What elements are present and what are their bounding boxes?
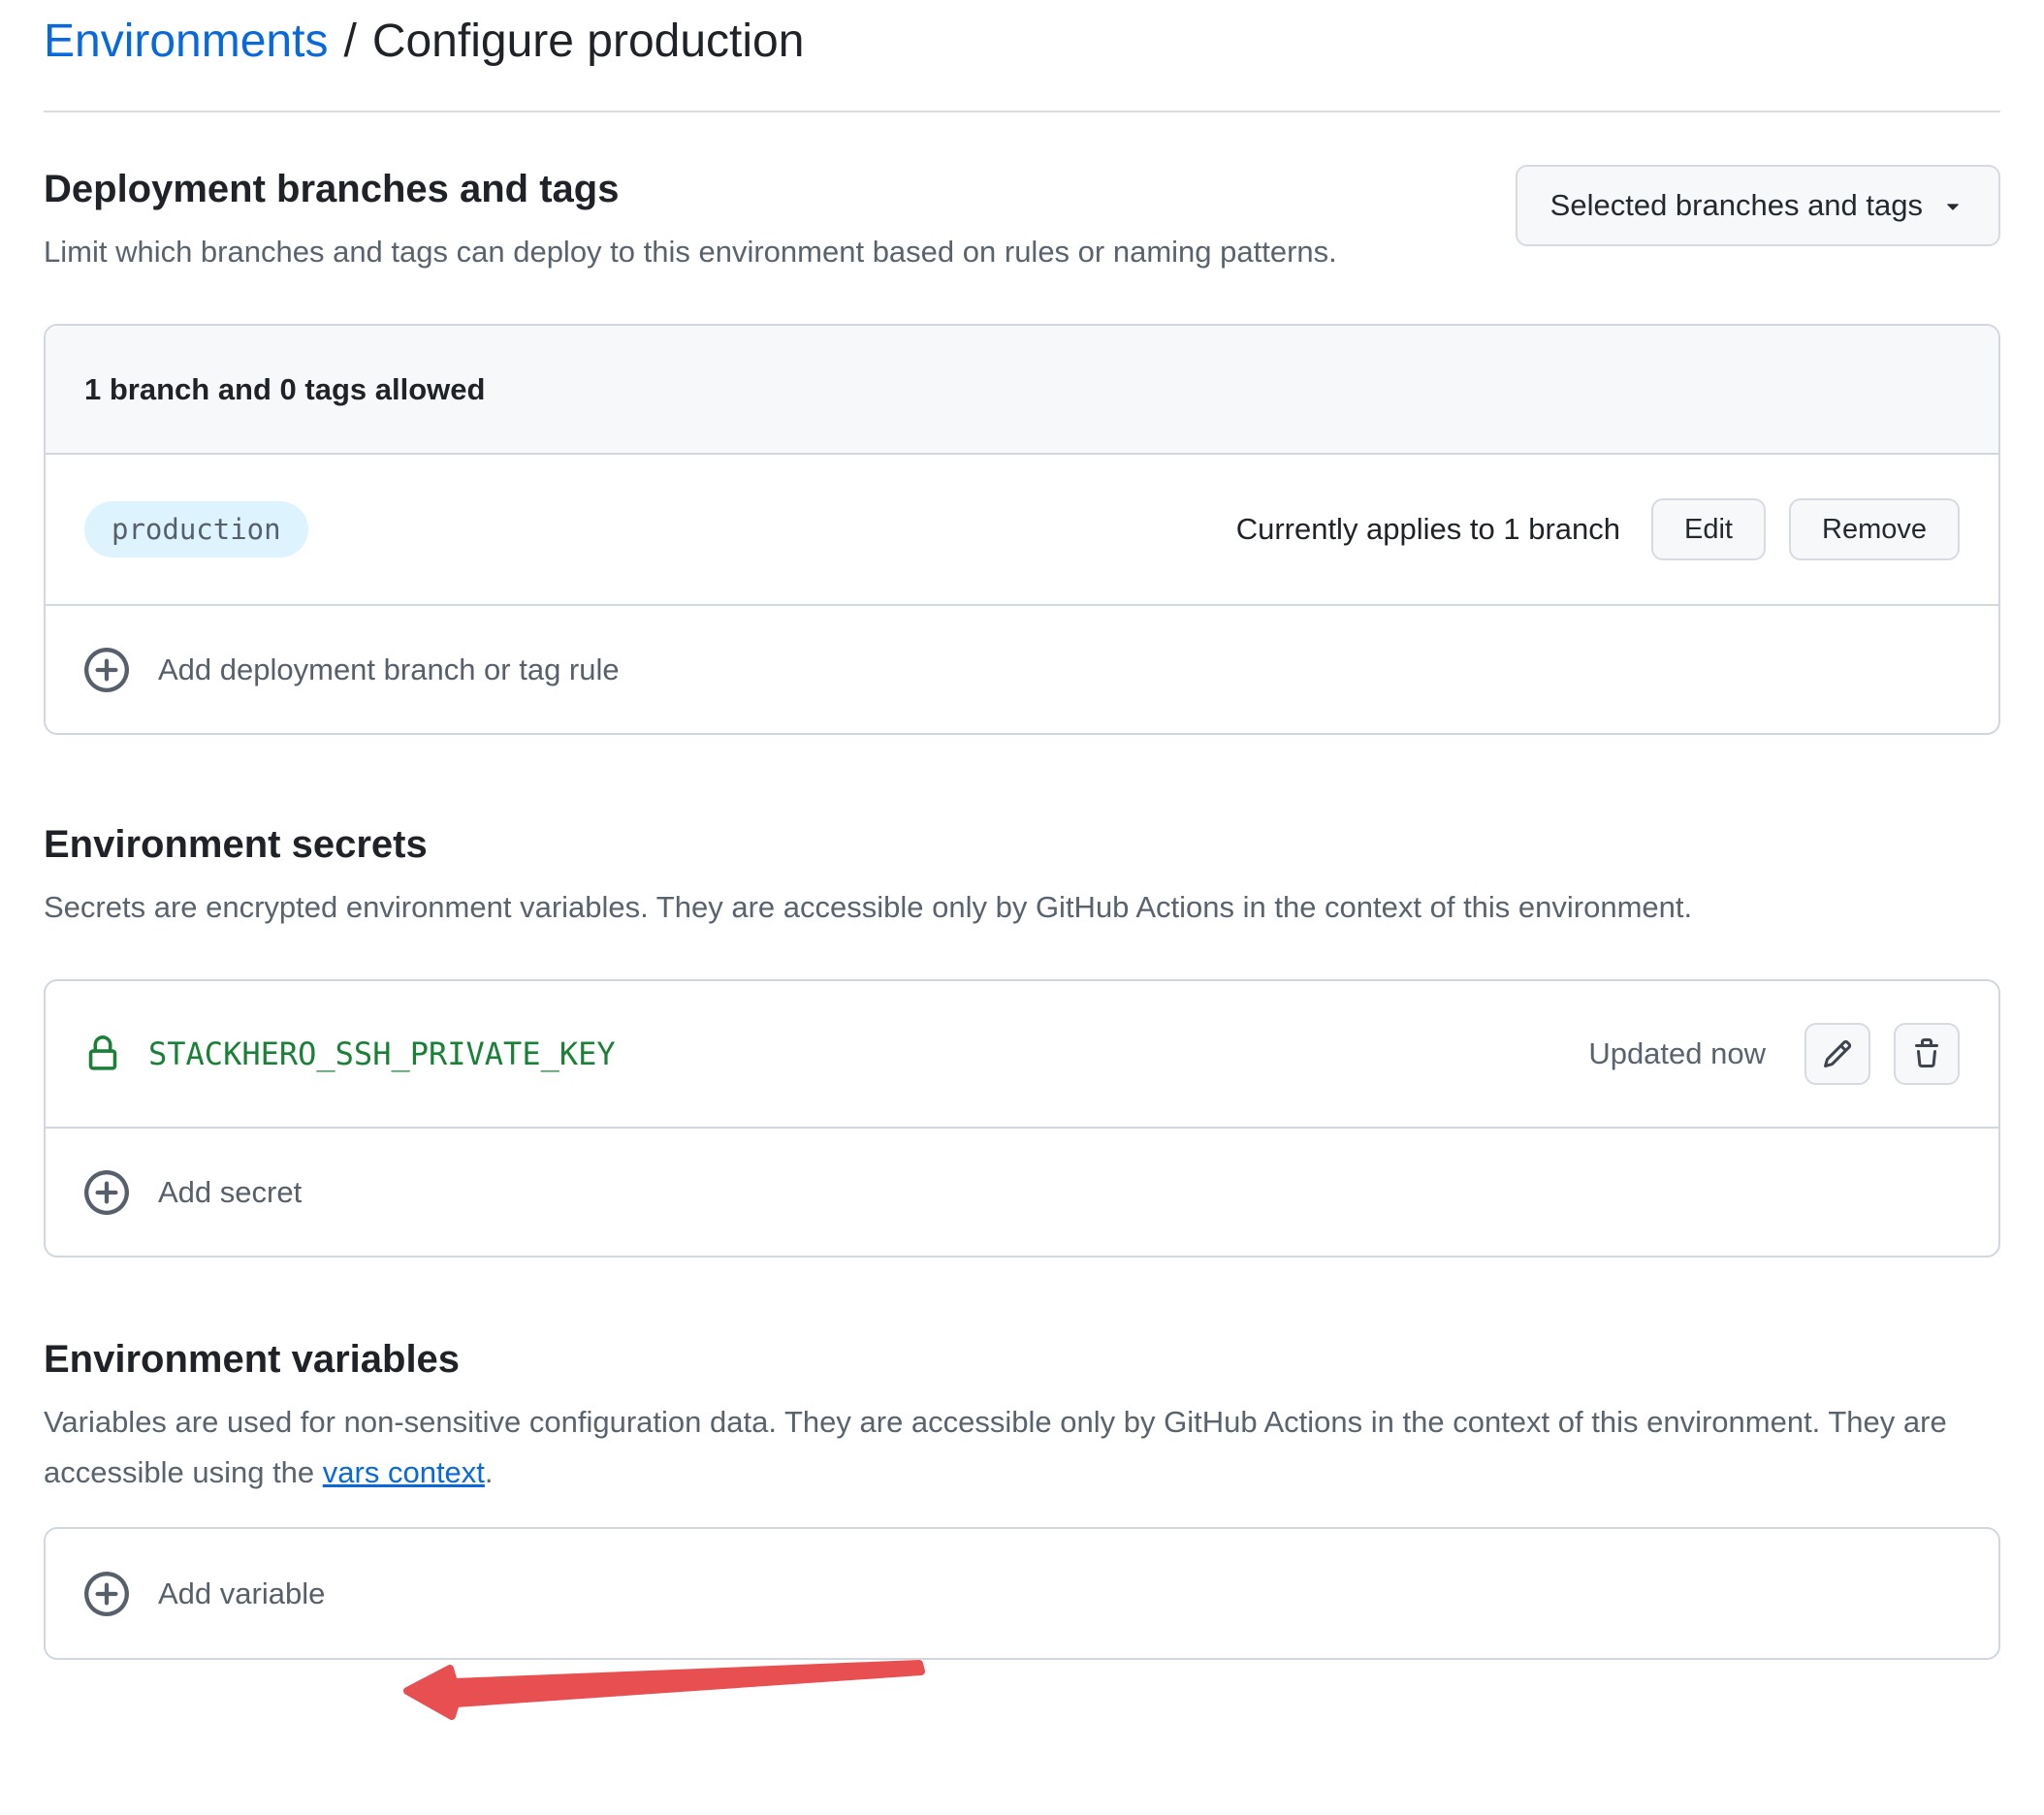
lock-icon — [84, 1035, 121, 1072]
secret-actions: Updated now — [1588, 1023, 1960, 1085]
plus-circle-icon — [84, 648, 129, 692]
variables-description-suffix: . — [485, 1455, 494, 1489]
branch-name-pill: production — [84, 501, 308, 557]
edit-secret-button[interactable] — [1804, 1023, 1870, 1085]
secret-identity: STACKHERO_SSH_PRIVATE_KEY — [84, 1035, 616, 1072]
deployment-heading: Deployment branches and tags — [44, 165, 1477, 213]
plus-circle-icon — [84, 1170, 129, 1215]
variables-section-texts: Environment variables Variables are used… — [44, 1335, 2000, 1498]
variables-description: Variables are used for non-sensitive con… — [44, 1397, 1968, 1498]
deployment-section-texts: Deployment branches and tags Limit which… — [44, 165, 1477, 277]
variables-heading: Environment variables — [44, 1335, 2000, 1384]
deployment-rules-box-header: 1 branch and 0 tags allowed — [46, 326, 1998, 455]
add-deployment-rule-label: Add deployment branch or tag rule — [158, 653, 620, 687]
trash-icon — [1911, 1038, 1942, 1069]
breadcrumb-environments-link[interactable]: Environments — [44, 16, 328, 67]
secrets-heading: Environment secrets — [44, 820, 2000, 869]
rule-applies-text: Currently applies to 1 branch — [1236, 512, 1620, 547]
deployment-rule-actions: Currently applies to 1 branch Edit Remov… — [1236, 498, 1960, 560]
environment-config-page: Environments / Configure production Deploy… — [0, 0, 2044, 1660]
add-secret-button[interactable]: Add secret — [46, 1127, 1998, 1256]
deployment-description: Limit which branches and tags can deploy… — [44, 227, 1391, 277]
variables-section-header: Environment variables Variables are used… — [44, 1335, 2000, 1498]
variables-box: Add variable — [44, 1527, 2000, 1660]
triangle-down-icon — [1940, 193, 1965, 218]
secrets-section-texts: Environment secrets Secrets are encrypte… — [44, 820, 2000, 933]
vars-context-link[interactable]: vars context — [323, 1455, 485, 1489]
branch-policy-dropdown[interactable]: Selected branches and tags — [1516, 165, 2000, 246]
deployment-rule-row: production Currently applies to 1 branch… — [46, 455, 1998, 604]
add-variable-button[interactable]: Add variable — [46, 1529, 1998, 1658]
add-secret-label: Add secret — [158, 1175, 302, 1210]
secret-row: STACKHERO_SSH_PRIVATE_KEY Updated now — [46, 981, 1998, 1127]
add-deployment-rule-button[interactable]: Add deployment branch or tag rule — [46, 604, 1998, 733]
page-title: Environments / Configure production — [44, 10, 2000, 74]
branch-policy-dropdown-label: Selected branches and tags — [1550, 188, 1923, 223]
add-variable-label: Add variable — [158, 1576, 325, 1611]
remove-rule-button[interactable]: Remove — [1789, 498, 1960, 560]
delete-secret-button[interactable] — [1894, 1023, 1960, 1085]
breadcrumb-current: Configure production — [372, 16, 805, 67]
secret-name: STACKHERO_SSH_PRIVATE_KEY — [148, 1035, 616, 1072]
deployment-section-header: Deployment branches and tags Limit which… — [44, 165, 2000, 277]
edit-rule-button[interactable]: Edit — [1651, 498, 1766, 560]
secret-updated-text: Updated now — [1588, 1036, 1766, 1071]
secrets-box: STACKHERO_SSH_PRIVATE_KEY Updated now — [44, 979, 2000, 1258]
plus-circle-icon — [84, 1572, 129, 1616]
secrets-description: Secrets are encrypted environment variab… — [44, 882, 1847, 933]
breadcrumb-separator: / — [343, 16, 356, 67]
secrets-section-header: Environment secrets Secrets are encrypte… — [44, 820, 2000, 933]
deployment-rules-box: 1 branch and 0 tags allowed production C… — [44, 324, 2000, 735]
pencil-icon — [1822, 1038, 1853, 1069]
title-divider — [44, 111, 2000, 112]
